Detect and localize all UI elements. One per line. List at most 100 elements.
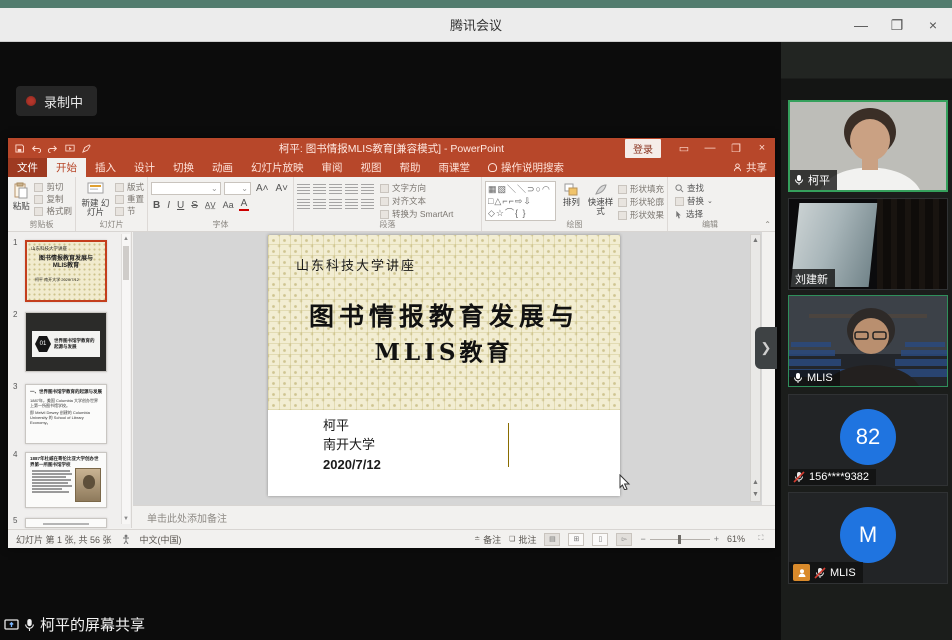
zoom-slider-thumb[interactable]	[678, 535, 681, 544]
audio-tile-9382[interactable]: 82 156****9382	[788, 394, 948, 486]
align-center-icon[interactable]	[313, 198, 326, 209]
columns-icon[interactable]	[361, 198, 374, 209]
layout-button[interactable]: 版式	[115, 183, 144, 193]
tab-insert[interactable]: 插入	[86, 158, 125, 177]
decrease-indent-icon[interactable]	[329, 183, 342, 194]
normal-view-button[interactable]: ▤	[544, 533, 560, 546]
video-tile-mlis[interactable]: MLIS	[788, 295, 948, 387]
video-tile-keping[interactable]: 柯平	[788, 100, 948, 192]
zoom-in-icon[interactable]: +	[714, 534, 719, 544]
tab-slideshow[interactable]: 幻灯片放映	[242, 158, 313, 177]
slide-thumbnail-2[interactable]: 01 世界图书馆学教育的起源与发展	[25, 312, 107, 372]
font-name-combobox[interactable]: ⌄	[151, 182, 221, 195]
undo-icon[interactable]	[31, 144, 41, 153]
copy-button[interactable]: 复制	[34, 195, 72, 205]
tab-help[interactable]: 帮助	[391, 158, 430, 177]
next-slide-icon[interactable]: ▼	[751, 490, 760, 499]
scroll-up-icon[interactable]: ▲	[122, 234, 130, 244]
ribbon-display-options-icon[interactable]: ▭	[671, 142, 697, 155]
cut-button[interactable]: 剪切	[34, 183, 72, 193]
paste-button[interactable]: 粘贴	[11, 180, 31, 218]
slide-thumbnail-1[interactable]: 山东科技大学讲座 图书情报教育发展与 MLIS教育 柯平 南开大学 2020/7…	[25, 240, 107, 302]
ink-pen-icon[interactable]	[82, 144, 91, 153]
bullets-icon[interactable]	[297, 183, 310, 194]
italic-button[interactable]: I	[165, 200, 172, 211]
previous-slide-icon[interactable]: ▲	[751, 478, 760, 487]
tab-view[interactable]: 视图	[352, 158, 391, 177]
ppt-restore-icon[interactable]: ❐	[723, 142, 749, 155]
collapse-ribbon-icon[interactable]: ⌃	[764, 220, 771, 229]
numbering-icon[interactable]	[313, 183, 326, 194]
font-color-button[interactable]: A	[239, 199, 250, 211]
find-button[interactable]: 查找	[675, 184, 749, 194]
save-icon[interactable]	[15, 144, 24, 153]
notes-toggle[interactable]: ≐备注	[474, 533, 501, 546]
section-button[interactable]: 节	[115, 207, 144, 217]
character-spacing-icon[interactable]: A̲V̲	[203, 201, 218, 210]
maximize-icon[interactable]: ❐	[888, 17, 906, 34]
shape-fill-button[interactable]: 形状填充	[618, 185, 664, 195]
zoom-slider[interactable]	[650, 539, 710, 540]
strikethrough-button[interactable]: S	[189, 200, 200, 211]
new-slide-button[interactable]: 新建 幻灯片	[79, 180, 112, 218]
slide-thumbnail-3[interactable]: 一、世界图书馆学教育的起源与发展 1887年，美国 Columbia 大学创办世…	[25, 384, 107, 444]
tab-rain-classroom[interactable]: 雨课堂	[430, 158, 480, 177]
align-left-icon[interactable]	[297, 198, 310, 209]
slide-canvas[interactable]: 山东科技大学讲座 图书情报教育发展与 MLIS教育 柯平 南开大学 2020/7…	[268, 235, 620, 496]
slide-thumbnail-5[interactable]	[25, 518, 107, 528]
language-label[interactable]: 中文(中国)	[140, 533, 182, 546]
justify-icon[interactable]	[345, 198, 358, 209]
tab-transitions[interactable]: 切换	[164, 158, 203, 177]
video-tile-liujianxin[interactable]: 刘建新	[788, 198, 948, 290]
bold-button[interactable]: B	[151, 200, 162, 211]
select-button[interactable]: 选择	[675, 210, 749, 220]
reading-view-button[interactable]: ▯	[592, 533, 608, 546]
tab-home[interactable]: 开始	[47, 158, 86, 177]
quick-access-toolbar[interactable]	[8, 144, 91, 153]
tab-design[interactable]: 设计	[125, 158, 164, 177]
change-case-button[interactable]: Aa	[221, 200, 236, 210]
slideshow-view-button[interactable]: ▻	[616, 533, 632, 546]
grow-font-icon[interactable]: A˄	[254, 183, 271, 194]
scroll-down-icon[interactable]: ▼	[122, 514, 130, 524]
ppt-minimize-icon[interactable]: —	[697, 142, 723, 154]
increase-indent-icon[interactable]	[345, 183, 358, 194]
sidebar-collapse-handle[interactable]: ❯	[755, 327, 777, 369]
replace-button[interactable]: 替换 ⌄	[675, 197, 749, 207]
tell-me-box[interactable]: 操作说明搜索	[479, 158, 573, 177]
convert-smartart-button[interactable]: 转换为 SmartArt	[380, 210, 453, 220]
slide-sorter-view-button[interactable]: ⊞	[568, 533, 584, 546]
align-text-button[interactable]: 对齐文本	[380, 197, 453, 207]
share-button[interactable]: 共享	[733, 158, 767, 177]
underline-button[interactable]: U	[175, 200, 186, 211]
shapes-gallery[interactable]: ▦▧＼＼⊃○◠ □△⌐⌐⇨⇩ ◇☆⌒{ }	[485, 181, 556, 221]
notes-pane[interactable]: 单击此处添加备注	[133, 505, 775, 528]
audio-tile-mlis2[interactable]: M MLIS	[788, 492, 948, 584]
line-spacing-icon[interactable]	[361, 183, 374, 194]
thumbnail-scrollbar[interactable]: ▲ ▼	[121, 234, 130, 524]
minimize-icon[interactable]: —	[852, 17, 870, 33]
tab-animations[interactable]: 动画	[203, 158, 242, 177]
reset-button[interactable]: 重置	[115, 195, 144, 205]
shrink-font-icon[interactable]: A˅	[273, 183, 290, 194]
tab-file[interactable]: 文件	[8, 158, 47, 177]
zoom-percent[interactable]: 61%	[727, 534, 745, 544]
font-size-combobox[interactable]: ⌄	[224, 182, 251, 195]
align-right-icon[interactable]	[329, 198, 342, 209]
slideshow-icon[interactable]	[65, 144, 75, 153]
format-painter-button[interactable]: 格式刷	[34, 207, 72, 217]
arrange-button[interactable]: 排列	[560, 181, 583, 221]
quick-styles-button[interactable]: 快速样式	[587, 181, 614, 221]
shape-outline-button[interactable]: 形状轮廓	[618, 198, 664, 208]
slide-author-block[interactable]: 柯平 南开大学 2020/7/12	[323, 418, 381, 475]
comments-toggle[interactable]: ❏批注	[509, 533, 536, 546]
thumbnail-scroll-thumb[interactable]	[123, 246, 129, 280]
tab-review[interactable]: 审阅	[313, 158, 352, 177]
zoom-control[interactable]: − +	[640, 534, 719, 544]
ppt-close-icon[interactable]: ×	[749, 142, 775, 154]
slide-thumbnail-4[interactable]: 1887年杜威在哥伦比亚大学创办世界第一所图书馆学校	[25, 452, 107, 508]
text-direction-button[interactable]: 文字方向	[380, 184, 453, 194]
redo-icon[interactable]	[48, 144, 58, 153]
edit-scroll-up-icon[interactable]: ▲	[751, 235, 760, 246]
close-icon[interactable]: ×	[924, 17, 942, 33]
